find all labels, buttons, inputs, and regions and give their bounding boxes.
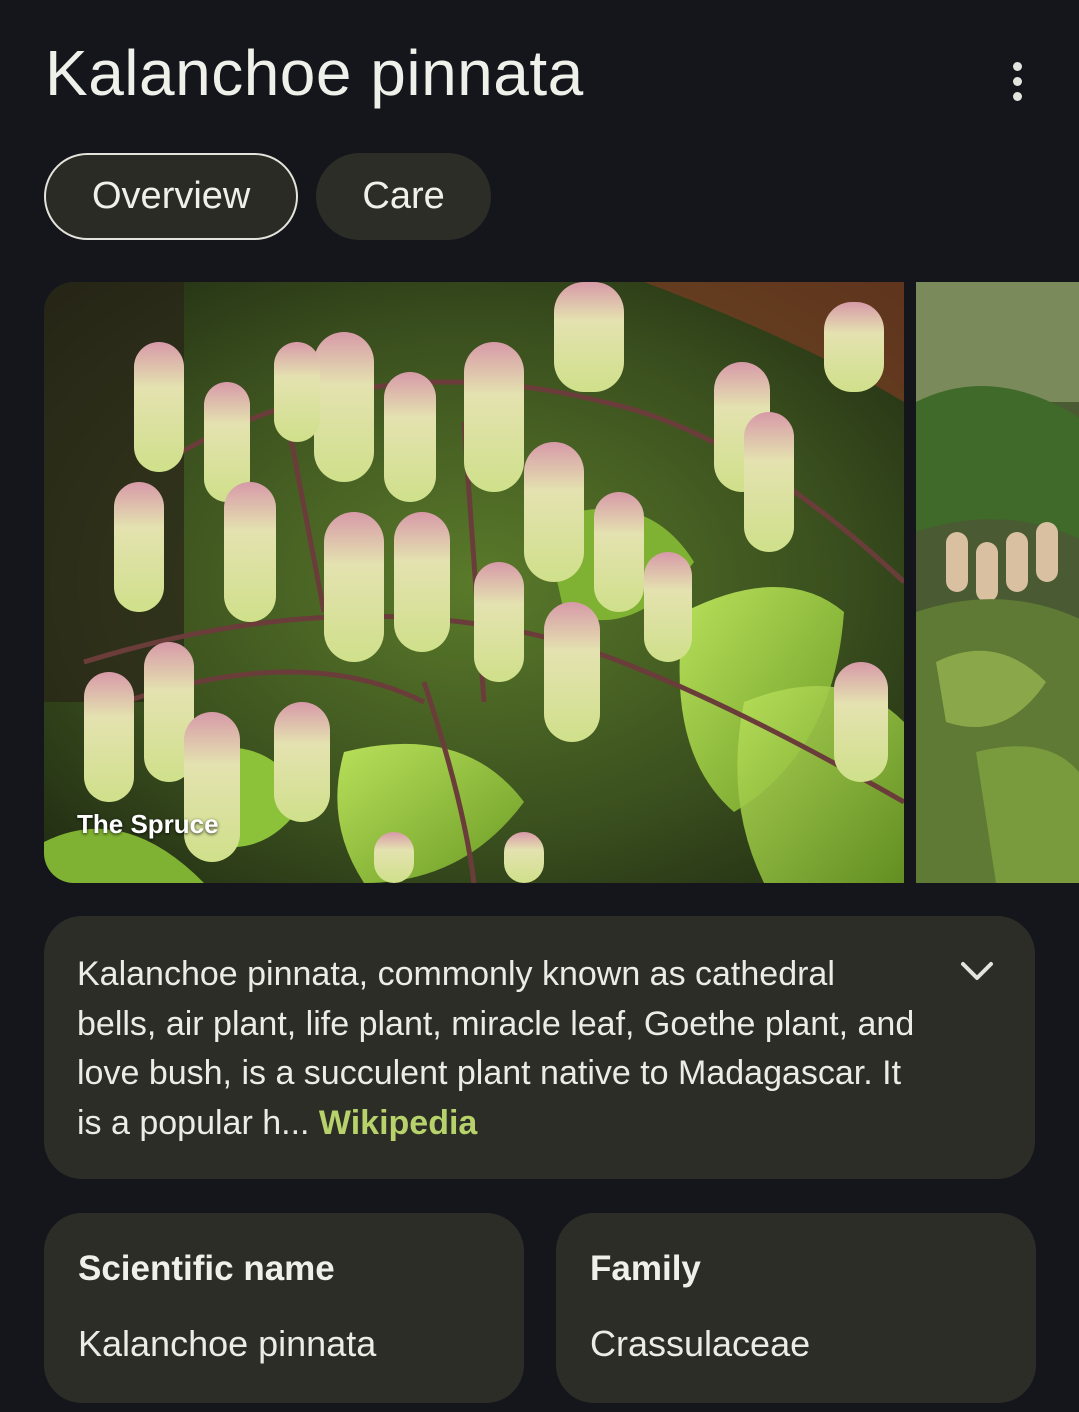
tab-overview[interactable]: Overview	[44, 153, 299, 240]
fact-card-family[interactable]: Family Crassulaceae	[556, 1213, 1036, 1403]
kalanchoe-flowers-photo	[44, 282, 904, 883]
more-vert-icon	[1012, 61, 1022, 71]
chevron-down-icon[interactable]	[958, 954, 996, 988]
fact-card-scientific-name[interactable]: Scientific name Kalanchoe pinnata	[44, 1213, 524, 1403]
tab-care[interactable]: Care	[316, 153, 491, 240]
kalanchoe-plant-photo	[916, 282, 1079, 883]
fact-value: Kalanchoe pinnata	[78, 1323, 377, 1364]
fact-label: Scientific name	[78, 1249, 335, 1288]
more-options-button[interactable]	[996, 58, 1038, 104]
description-text: Kalanchoe pinnata, commonly known as cat…	[77, 950, 915, 1148]
description-card[interactable]: Kalanchoe pinnata, commonly known as cat…	[44, 916, 1035, 1179]
description-body: Kalanchoe pinnata, commonly known as cat…	[77, 955, 915, 1142]
image-source-label: The Spruce	[77, 809, 219, 839]
more-vert-icon-dot	[1012, 76, 1022, 86]
page-title: Kalanchoe pinnata	[45, 37, 584, 109]
wikipedia-link[interactable]: Wikipedia	[319, 1104, 477, 1142]
fact-label: Family	[590, 1249, 701, 1288]
fact-value: Crassulaceae	[590, 1323, 811, 1364]
gallery-image-secondary[interactable]	[916, 282, 1079, 883]
tab-bar: Overview Care	[44, 153, 491, 240]
gallery-image-main[interactable]: The Spruce	[44, 282, 904, 883]
knowledge-panel: Kalanchoe pinnata Overview Care The Spru…	[0, 0, 1079, 1412]
more-vert-icon-dot	[1012, 91, 1022, 101]
image-gallery[interactable]: The Spruce	[44, 282, 1079, 883]
